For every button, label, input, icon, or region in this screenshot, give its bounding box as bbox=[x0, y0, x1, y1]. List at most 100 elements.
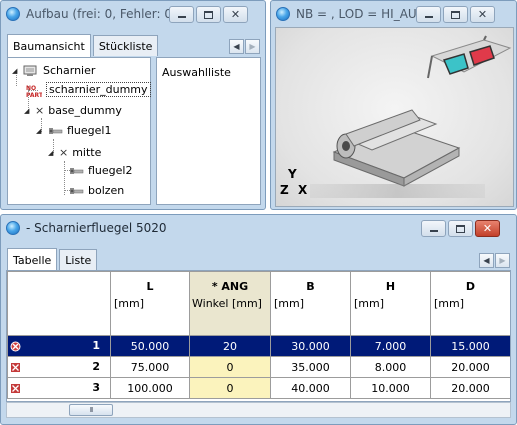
part-icon bbox=[68, 165, 84, 177]
cell-ang[interactable]: 20 bbox=[189, 335, 271, 357]
cell-h[interactable]: 10.000 bbox=[350, 377, 431, 399]
view-title: NB = , LOD = HI_AUTO bbox=[296, 7, 434, 21]
minimize-icon bbox=[429, 230, 438, 232]
tree-label: fluegel2 bbox=[88, 164, 133, 177]
collapse-icon[interactable]: ◢ bbox=[48, 149, 55, 157]
cell-b[interactable]: 30.000 bbox=[270, 335, 351, 357]
tab-scroll-left-arrow[interactable]: ◀ bbox=[479, 253, 494, 268]
tree-item-fluegel1[interactable]: ◢ fluegel1 bbox=[36, 124, 111, 137]
column-header-d[interactable]: D [mm] bbox=[430, 271, 510, 336]
ground-shadow bbox=[310, 184, 485, 198]
table-row[interactable]: 3 100.000 0 40.000 10.000 20.000 bbox=[7, 377, 512, 399]
tree-label: scharnier_dummy bbox=[46, 82, 151, 97]
tree-item-scharnier[interactable]: ◢ Scharnier bbox=[12, 64, 95, 77]
close-button[interactable]: ✕ bbox=[223, 6, 248, 23]
row-header[interactable]: 2 bbox=[7, 356, 111, 378]
close-icon: ✕ bbox=[230, 8, 241, 21]
close-button[interactable]: ✕ bbox=[475, 220, 500, 237]
no-part-icon: NO PART bbox=[26, 84, 44, 99]
tree-label: bolzen bbox=[88, 184, 125, 197]
maximize-button[interactable] bbox=[448, 220, 473, 237]
part-icon bbox=[47, 125, 63, 137]
cell-l[interactable]: 50.000 bbox=[110, 335, 190, 357]
minimize-button[interactable] bbox=[169, 6, 194, 23]
minimize-icon bbox=[424, 16, 433, 18]
axis-label-x: X bbox=[298, 183, 308, 197]
parameter-grid: L [mm] * ANG Winkel [mm] B [mm] H [mm] D [mm]… bbox=[7, 271, 512, 399]
table-title: - Scharnierfluegel 5020 bbox=[26, 221, 167, 235]
row-status-icon bbox=[10, 341, 21, 352]
app-icon bbox=[276, 7, 290, 21]
cell-ang[interactable]: 0 bbox=[189, 356, 271, 378]
minimize-button[interactable] bbox=[421, 220, 446, 237]
cell-b[interactable]: 40.000 bbox=[270, 377, 351, 399]
cell-l[interactable]: 100.000 bbox=[110, 377, 190, 399]
tree-label: Scharnier bbox=[43, 64, 96, 77]
cell-overflow bbox=[511, 357, 512, 378]
tree-item-bolzen[interactable]: bolzen bbox=[68, 184, 124, 197]
collapse-icon[interactable]: ◢ bbox=[24, 107, 31, 115]
axis-label-z: Z bbox=[280, 183, 289, 197]
column-header-h[interactable]: H [mm] bbox=[350, 271, 431, 336]
app-icon bbox=[6, 221, 20, 235]
maximize-icon bbox=[204, 10, 213, 19]
aufbau-title: Aufbau (frei: 0, Fehler: 0) bbox=[26, 7, 177, 21]
scrollbar-thumb[interactable]: III bbox=[69, 404, 113, 416]
row-header[interactable]: 3 bbox=[7, 377, 111, 399]
column-header-ang[interactable]: * ANG Winkel [mm] bbox=[189, 271, 271, 336]
tree-label: fluegel1 bbox=[67, 124, 112, 137]
parameter-table: L [mm] * ANG Winkel [mm] B [mm] H [mm] D [mm]… bbox=[6, 270, 511, 402]
maximize-icon bbox=[456, 224, 465, 233]
assembly-icon bbox=[23, 65, 39, 77]
tree-label: mitte bbox=[72, 146, 102, 159]
horizontal-scrollbar[interactable]: III bbox=[6, 402, 511, 418]
cell-b[interactable]: 35.000 bbox=[270, 356, 351, 378]
stereo-glasses-icon[interactable] bbox=[424, 34, 514, 84]
cell-d[interactable]: 15.000 bbox=[430, 335, 510, 357]
column-header-l[interactable]: L [mm] bbox=[110, 271, 190, 336]
collapse-icon[interactable]: ◢ bbox=[12, 67, 19, 75]
tree-item-scharnier-dummy[interactable]: NO PART scharnier_dummy bbox=[26, 82, 151, 99]
tree-item-base-dummy[interactable]: ◢ × base_dummy bbox=[24, 104, 122, 117]
cell-h[interactable]: 7.000 bbox=[350, 335, 431, 357]
minimize-icon bbox=[177, 16, 186, 18]
3d-viewport[interactable]: Y Z X bbox=[275, 27, 514, 207]
tab-baumansicht[interactable]: Baumansicht bbox=[7, 34, 91, 57]
cell-ang[interactable]: 0 bbox=[189, 377, 271, 399]
maximize-button[interactable] bbox=[196, 6, 221, 23]
aufbau-window: Aufbau (frei: 0, Fehler: 0) ✕ Baumansich… bbox=[0, 0, 266, 210]
cell-h[interactable]: 8.000 bbox=[350, 356, 431, 378]
row-status-icon bbox=[10, 362, 21, 373]
x-marker-icon: × bbox=[35, 104, 45, 117]
cell-overflow bbox=[511, 336, 512, 357]
table-row[interactable]: 2 75.000 0 35.000 8.000 20.000 bbox=[7, 356, 512, 378]
app-icon bbox=[6, 7, 20, 21]
svg-text:NO: NO bbox=[26, 85, 36, 92]
tab-stueckliste[interactable]: Stückliste bbox=[92, 35, 159, 56]
table-row[interactable]: 1 50.000 20 30.000 7.000 15.000 bbox=[7, 335, 512, 357]
row-status-icon bbox=[10, 383, 21, 394]
cell-overflow bbox=[511, 378, 512, 399]
axis-label-y: Y bbox=[288, 167, 297, 181]
cell-d[interactable]: 20.000 bbox=[430, 356, 510, 378]
collapse-icon[interactable]: ◢ bbox=[36, 127, 43, 135]
tree-label: base_dummy bbox=[48, 104, 122, 117]
maximize-button[interactable] bbox=[443, 6, 468, 23]
cell-l[interactable]: 75.000 bbox=[110, 356, 190, 378]
x-marker-icon: × bbox=[59, 146, 69, 159]
tab-liste[interactable]: Liste bbox=[59, 249, 98, 270]
minimize-button[interactable] bbox=[416, 6, 441, 23]
tab-tabelle[interactable]: Tabelle bbox=[7, 248, 58, 271]
close-icon: ✕ bbox=[477, 8, 488, 21]
tab-scroll-right-arrow[interactable]: ▶ bbox=[495, 253, 510, 268]
maximize-icon bbox=[451, 10, 460, 19]
row-header[interactable]: 1 bbox=[7, 335, 111, 357]
tab-scroll-right-arrow[interactable]: ▶ bbox=[245, 39, 260, 54]
tree-item-mitte[interactable]: ◢ × mitte bbox=[48, 146, 101, 159]
cell-d[interactable]: 20.000 bbox=[430, 377, 510, 399]
tree-item-fluegel2[interactable]: fluegel2 bbox=[68, 164, 132, 177]
close-button[interactable]: ✕ bbox=[470, 6, 495, 23]
column-header-overflow bbox=[511, 272, 512, 336]
column-header-b[interactable]: B [mm] bbox=[270, 271, 351, 336]
tab-scroll-left-arrow[interactable]: ◀ bbox=[229, 39, 244, 54]
